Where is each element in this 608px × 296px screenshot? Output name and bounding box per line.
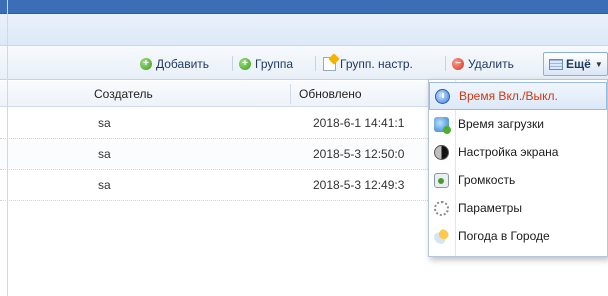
group-button[interactable]: + Группа [239, 55, 293, 73]
table-icon [549, 58, 563, 70]
group-settings-button[interactable]: Групп. настр. [323, 55, 413, 73]
menu-item-label: Время загрузки [458, 117, 544, 131]
menu-item-label: Параметры [458, 201, 522, 215]
add-icon: + [140, 58, 152, 70]
menu-item-volume[interactable]: Громкость [429, 166, 607, 194]
download-icon [434, 116, 451, 134]
more-button-label: Ещё [566, 57, 591, 71]
tab-strip [0, 14, 608, 46]
cell-updated: 2018-5-3 12:50:0 [313, 147, 405, 161]
menu-item-label: Настройка экрана [458, 145, 559, 159]
menu-item-label: Громкость [458, 173, 516, 187]
volume-icon [434, 172, 449, 188]
column-header-creator[interactable]: Создатель [88, 81, 153, 107]
group-icon: + [239, 58, 251, 70]
menu-item-city-weather[interactable]: Погода в Городе [429, 222, 607, 250]
delete-icon: − [452, 58, 464, 70]
toolbar-divider [232, 56, 233, 71]
cell-creator: sa [98, 147, 111, 161]
screen-icon [434, 144, 449, 160]
cell-creator: sa [98, 178, 111, 192]
delete-button[interactable]: − Удалить [452, 55, 514, 73]
panel-border [7, 0, 8, 296]
clock-icon [435, 88, 450, 104]
add-button[interactable]: + Добавить [140, 55, 209, 73]
column-header-updated[interactable]: Обновлено [293, 81, 362, 107]
toolbar-divider [315, 56, 316, 71]
menu-item-download-time[interactable]: Время загрузки [429, 110, 607, 138]
column-divider[interactable] [290, 84, 291, 104]
menu-item-label: Время Вкл./Выкл. [459, 89, 558, 103]
edit-note-icon [323, 57, 336, 71]
menu-item-parameters[interactable]: Параметры [429, 194, 607, 222]
delete-button-label: Удалить [468, 57, 514, 71]
add-button-label: Добавить [156, 57, 210, 71]
cell-updated: 2018-5-3 12:49:3 [313, 178, 405, 192]
app-window: + Добавить + Группа Групп. настр. − Удал… [0, 0, 608, 296]
cell-creator: sa [98, 116, 111, 130]
menu-item-screen-settings[interactable]: Настройка экрана [429, 138, 607, 166]
toolbar-divider [445, 56, 446, 71]
weather-icon [434, 228, 449, 244]
more-dropdown-menu: Время Вкл./Выкл. Время загрузки Настройк… [428, 79, 608, 257]
menu-item-label: Погода в Городе [458, 229, 550, 243]
menu-item-power-schedule[interactable]: Время Вкл./Выкл. [429, 82, 607, 110]
cell-updated: 2018-6-1 14:41:1 [313, 116, 405, 130]
gear-icon [434, 200, 449, 216]
group-settings-label: Групп. настр. [340, 57, 413, 71]
window-titlebar [0, 0, 608, 14]
group-button-label: Группа [255, 57, 294, 71]
more-button[interactable]: Ещё ▼ [543, 52, 608, 76]
toolbar: + Добавить + Группа Групп. настр. − Удал… [0, 46, 608, 80]
chevron-down-icon: ▼ [594, 59, 603, 69]
